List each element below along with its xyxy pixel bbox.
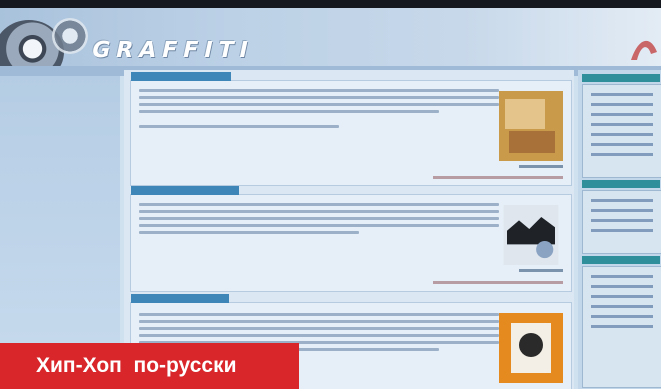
news-article [130, 186, 572, 292]
article-text-line [139, 320, 499, 323]
sidebar-menu-item[interactable] [591, 113, 653, 116]
sidebar-section-header[interactable] [582, 74, 660, 82]
sidebar-menu [582, 266, 661, 388]
sidebar-menu-item[interactable] [591, 123, 653, 126]
article-text-line [139, 110, 439, 113]
article-text-line [139, 103, 499, 106]
main-column [124, 70, 574, 389]
article-text-line [139, 125, 339, 128]
sidebar-menu-item[interactable] [591, 219, 653, 222]
sidebar-menu-item[interactable] [591, 209, 653, 212]
sidebar-menu-item[interactable] [591, 93, 653, 96]
sidebar-menu-item[interactable] [591, 285, 653, 288]
site-logo[interactable]: GRAFFITI [89, 38, 256, 63]
article-title-bar[interactable] [131, 72, 231, 81]
sidebar-menu-item[interactable] [591, 103, 653, 106]
right-sidebar [578, 70, 661, 389]
article-footer [433, 176, 563, 179]
article-text-line [139, 231, 359, 234]
site-header: GRAFFITI [0, 8, 661, 84]
sidebar-menu-item[interactable] [591, 325, 653, 328]
sidebar-section-header[interactable] [582, 180, 660, 188]
article-text-line [139, 334, 499, 337]
news-article [130, 72, 572, 186]
sidebar-menu-item[interactable] [591, 133, 653, 136]
article-text-line [139, 96, 499, 99]
article-text-line [139, 217, 499, 220]
sidebar-menu-item[interactable] [591, 305, 653, 308]
article-text-line [139, 210, 499, 213]
article-thumbnail[interactable] [499, 91, 563, 161]
article-text-line [139, 89, 499, 92]
sidebar-menu-item[interactable] [591, 275, 653, 278]
sidebar-menu-item[interactable] [591, 143, 653, 146]
speaker-icon [52, 18, 88, 54]
sidebar-section-header[interactable] [582, 256, 660, 264]
sidebar-menu-item[interactable] [591, 315, 653, 318]
article-thumbnail[interactable] [499, 205, 563, 265]
article-text-line [139, 224, 499, 227]
article-thumbnail[interactable] [499, 313, 563, 383]
sidebar-menu-item[interactable] [591, 229, 653, 232]
page-screenshot: GRAFFITI Хип-Хоп по-русски [0, 0, 661, 389]
sidebar-menu-item[interactable] [591, 153, 653, 156]
article-text-line [139, 313, 499, 316]
article-title-bar[interactable] [131, 186, 239, 195]
top-band [0, 0, 661, 8]
sidebar-menu-item[interactable] [591, 199, 653, 202]
sidebar-menu [582, 84, 661, 178]
article-text-line [139, 203, 499, 206]
thumbnail-caption [519, 165, 563, 168]
image-caption: Хип-Хоп по-русски [0, 343, 299, 389]
thumbnail-caption [519, 269, 563, 272]
sidebar-menu-item[interactable] [591, 295, 653, 298]
article-title-bar[interactable] [131, 294, 229, 303]
sidebar-menu [582, 190, 661, 254]
article-footer [433, 281, 563, 284]
corner-graffiti-icon [631, 40, 657, 60]
article-text-line [139, 327, 499, 330]
